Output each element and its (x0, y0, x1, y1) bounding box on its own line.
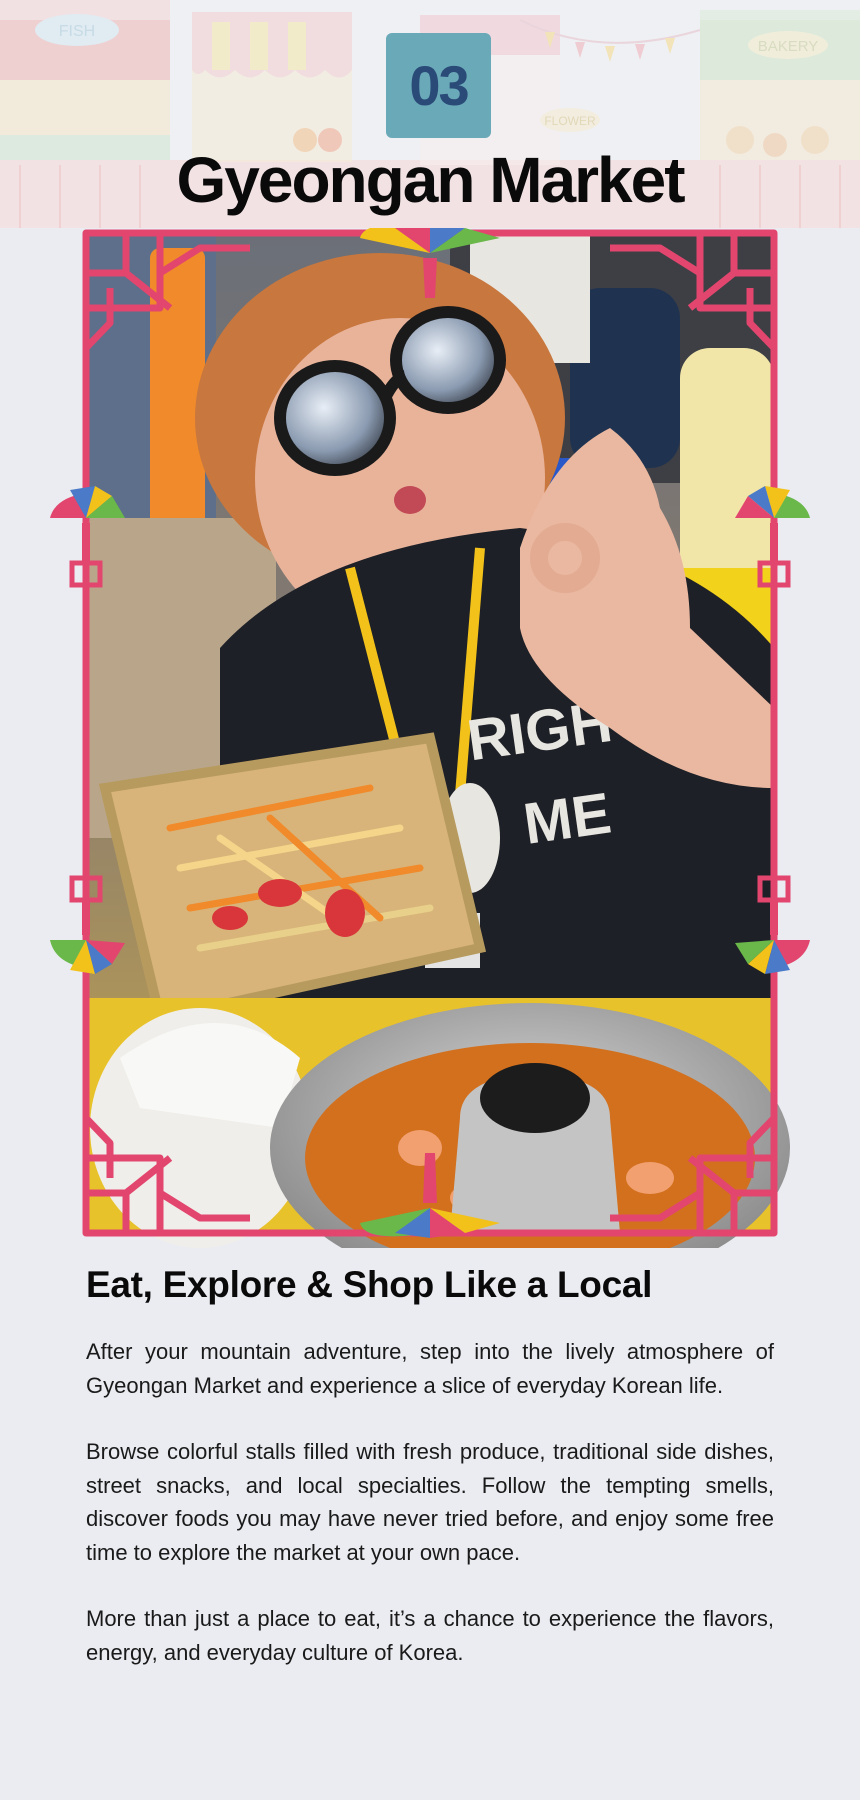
page-title: Gyeongan Market (176, 144, 685, 216)
flower-stall-sign: FLOWER (544, 114, 596, 128)
intro-paragraph: After your mountain adventure, step into… (86, 1339, 774, 1398)
section-heading: Eat, Explore & Shop Like a Local (86, 1264, 653, 1305)
culture-paragraph: More than just a place to eat, it’s a ch… (86, 1606, 774, 1665)
market-header-banner: FISH BAKERY FLOWER 03 Gyeongan Market (0, 0, 860, 228)
fish-stall-sign: FISH (59, 23, 95, 40)
market-photo: RIGHT ME (50, 228, 810, 1248)
bakery-stall-sign: BAKERY (758, 38, 819, 55)
step-number-badge: 03 (386, 33, 491, 138)
article-content: Eat, Explore & Shop Like a Local After y… (86, 1255, 774, 1702)
woman-with-food-photo: RIGHT ME (50, 228, 810, 1248)
stalls-paragraph: Browse colorful stalls filled with fresh… (86, 1439, 774, 1565)
shirt-text-line2: ME (520, 780, 615, 856)
